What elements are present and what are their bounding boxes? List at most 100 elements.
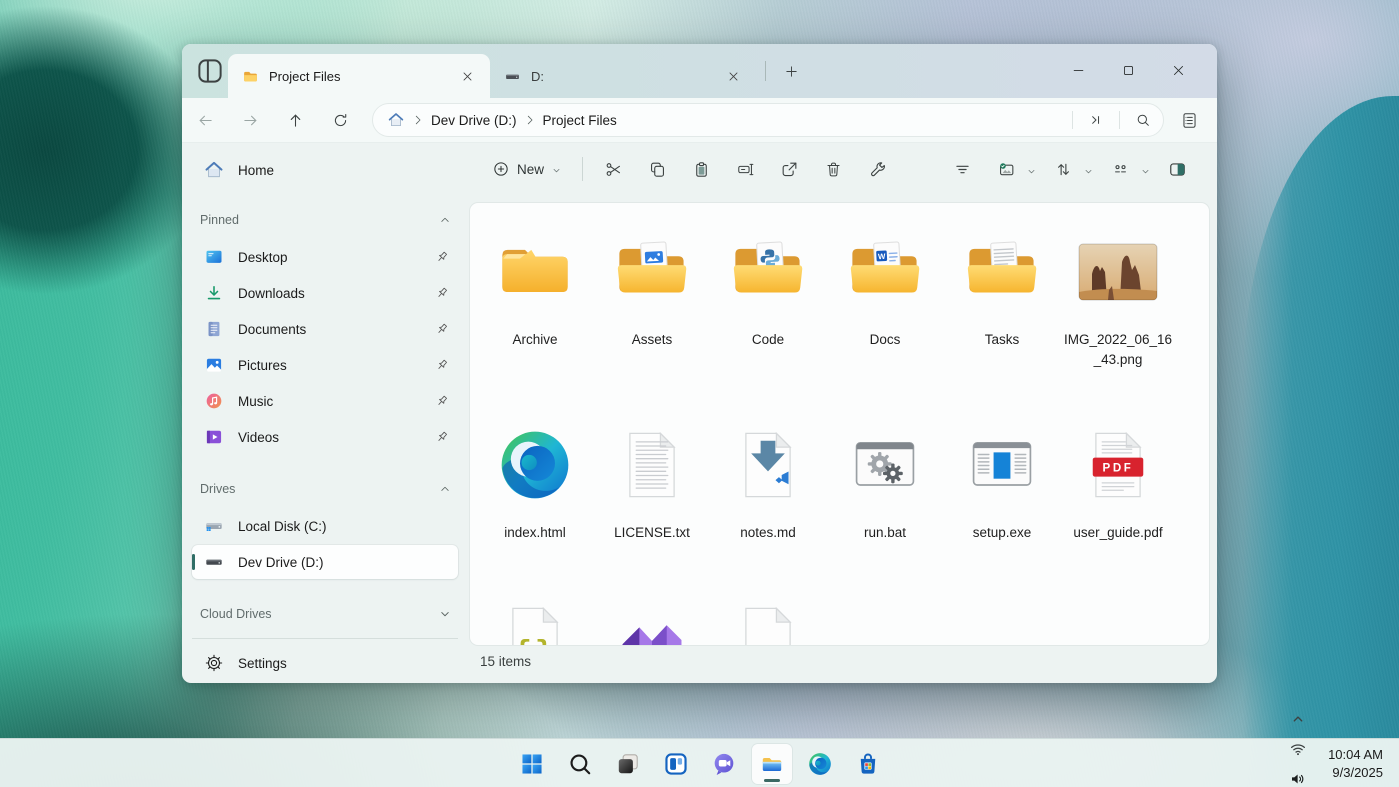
volume-button[interactable] bbox=[1284, 764, 1312, 787]
close-tab-button[interactable] bbox=[454, 63, 480, 89]
drive-small-icon bbox=[504, 68, 521, 85]
up-arrow-button[interactable] bbox=[278, 103, 312, 137]
taskbar-widgets-button[interactable] bbox=[656, 744, 696, 784]
taskbar-task-view-button[interactable] bbox=[608, 744, 648, 784]
sidebar-section-drives[interactable]: Drives bbox=[200, 476, 452, 502]
view-options-button[interactable] bbox=[1100, 151, 1140, 187]
delete-button[interactable] bbox=[813, 151, 853, 187]
sidebar-item-music[interactable]: Music bbox=[192, 384, 458, 418]
chevron-up-icon[interactable] bbox=[438, 482, 452, 496]
file-item-assets[interactable]: Assets bbox=[597, 232, 707, 350]
pin-icon bbox=[434, 429, 450, 445]
file-item-img-2022-06-16-43-png[interactable]: IMG_2022_06_16_43.png bbox=[1063, 232, 1173, 371]
hiddens-chevron-button[interactable] bbox=[1284, 704, 1312, 734]
gear-icon bbox=[204, 653, 224, 673]
file-item-run-bat[interactable]: run.bat bbox=[830, 425, 940, 543]
new-plus-icon bbox=[492, 160, 510, 178]
sidebar-section-cloud-drives[interactable]: Cloud Drives bbox=[200, 601, 452, 627]
file-label: IMG_2022_06_16_43.png bbox=[1063, 330, 1173, 371]
wifi-button[interactable] bbox=[1284, 734, 1312, 764]
paste-button[interactable] bbox=[681, 151, 721, 187]
taskbar-store-button[interactable] bbox=[848, 744, 888, 784]
sidebar-item-videos[interactable]: Videos bbox=[192, 420, 458, 454]
close-button[interactable] bbox=[1155, 54, 1201, 86]
close-tab-button[interactable] bbox=[720, 63, 746, 89]
desktop: Project Files D: Dev Drive (D:) Project Fi… bbox=[0, 0, 1399, 787]
navigation-bar: Dev Drive (D:) Project Files bbox=[182, 98, 1217, 143]
taskbar-file-explorer-button[interactable] bbox=[752, 744, 792, 784]
folder-open-code-icon bbox=[728, 232, 808, 312]
videos-icon bbox=[204, 427, 224, 447]
navigation-pane-toggle-button[interactable] bbox=[193, 55, 227, 87]
minimize-button[interactable] bbox=[1055, 54, 1101, 86]
command-buttons-left bbox=[591, 151, 899, 187]
taskbar-start-button[interactable] bbox=[512, 744, 552, 784]
sidebar-item-local-disk-c[interactable]: Local Disk (C:) bbox=[192, 509, 458, 543]
details-list-button[interactable] bbox=[1171, 102, 1207, 138]
cut-button[interactable] bbox=[593, 151, 633, 187]
share-button[interactable] bbox=[769, 151, 809, 187]
file-item-partial[interactable]: {} bbox=[480, 600, 590, 645]
taskbar-edge-browser-button[interactable] bbox=[800, 744, 840, 784]
taskbar-taskbar-search-button[interactable] bbox=[560, 744, 600, 784]
tab-project-files[interactable]: Project Files bbox=[228, 54, 490, 98]
chevron-up-icon[interactable] bbox=[438, 213, 452, 227]
json-doc-icon: {} bbox=[495, 600, 575, 645]
sidebar-item-settings[interactable]: Settings bbox=[192, 646, 458, 680]
sort-button[interactable] bbox=[1043, 151, 1083, 187]
sidebar-item-documents[interactable]: Documents bbox=[192, 312, 458, 346]
sidebar-divider bbox=[192, 638, 458, 639]
file-item-setup-exe[interactable]: setup.exe bbox=[947, 425, 1057, 543]
filter-button[interactable] bbox=[942, 151, 982, 187]
sidebar-item-downloads[interactable]: Downloads bbox=[192, 276, 458, 310]
sidebar-item-label: Downloads bbox=[238, 286, 434, 301]
tab-d[interactable]: D: bbox=[490, 54, 756, 98]
maximize-button[interactable] bbox=[1105, 54, 1151, 86]
sidebar-item-desktop[interactable]: Desktop bbox=[192, 240, 458, 274]
jump-to-end-button[interactable] bbox=[1082, 106, 1110, 134]
search-button[interactable] bbox=[1129, 106, 1157, 134]
downloads-icon bbox=[204, 283, 224, 303]
breadcrumb-project-files[interactable]: Project Files bbox=[543, 113, 617, 128]
chevron-down-icon[interactable] bbox=[438, 607, 452, 621]
taskbar-chat-button[interactable] bbox=[704, 744, 744, 784]
file-item-partial[interactable] bbox=[597, 600, 707, 645]
refresh-button[interactable] bbox=[323, 103, 357, 137]
copy-button[interactable] bbox=[637, 151, 677, 187]
file-label: Assets bbox=[632, 330, 673, 350]
tab-label: Project Files bbox=[269, 69, 454, 84]
breadcrumb-dev-drive-d[interactable]: Dev Drive (D:) bbox=[431, 113, 517, 128]
view-thumbnails-button[interactable] bbox=[986, 151, 1026, 187]
clock-time: 10:04 AM bbox=[1328, 746, 1383, 764]
address-bar[interactable]: Dev Drive (D:) Project Files bbox=[372, 103, 1164, 137]
sidebar-item-label: Settings bbox=[238, 656, 450, 671]
file-item-index-html[interactable]: index.html bbox=[480, 425, 590, 543]
file-item-license-txt[interactable]: LICENSE.txt bbox=[597, 425, 707, 543]
new-tab-button[interactable] bbox=[776, 57, 806, 85]
sidebar-section-pinned[interactable]: Pinned bbox=[200, 207, 452, 233]
sidebar-item-dev-drive-d[interactable]: Dev Drive (D:) bbox=[192, 545, 458, 579]
clock[interactable]: 10:04 AM 9/3/2025 bbox=[1322, 744, 1389, 783]
file-item-code[interactable]: Code bbox=[713, 232, 823, 350]
file-item-partial[interactable] bbox=[713, 600, 823, 645]
file-item-notes-md[interactable]: notes.md bbox=[713, 425, 823, 543]
file-label: Archive bbox=[512, 330, 557, 350]
home-icon[interactable] bbox=[387, 111, 405, 129]
properties-wrench-button[interactable] bbox=[857, 151, 897, 187]
file-item-user-guide-pdf[interactable]: PDFuser_guide.pdf bbox=[1063, 425, 1173, 543]
pictures-icon bbox=[204, 355, 224, 375]
file-item-docs[interactable]: WDocs bbox=[830, 232, 940, 350]
documents-icon bbox=[204, 319, 224, 339]
file-item-archive[interactable]: Archive bbox=[480, 232, 590, 350]
new-button[interactable]: New bbox=[482, 151, 572, 187]
sidebar-item-label: Music bbox=[238, 394, 434, 409]
svg-text:W: W bbox=[878, 252, 886, 261]
preview-pane-button[interactable] bbox=[1157, 151, 1197, 187]
forward-arrow-button[interactable] bbox=[233, 103, 267, 137]
sidebar-item-home[interactable]: Home bbox=[192, 153, 458, 187]
file-item-tasks[interactable]: Tasks bbox=[947, 232, 1057, 350]
rename-button[interactable] bbox=[725, 151, 765, 187]
sidebar-item-pictures[interactable]: Pictures bbox=[192, 348, 458, 382]
file-label: run.bat bbox=[864, 523, 906, 543]
back-arrow-button[interactable] bbox=[188, 103, 222, 137]
